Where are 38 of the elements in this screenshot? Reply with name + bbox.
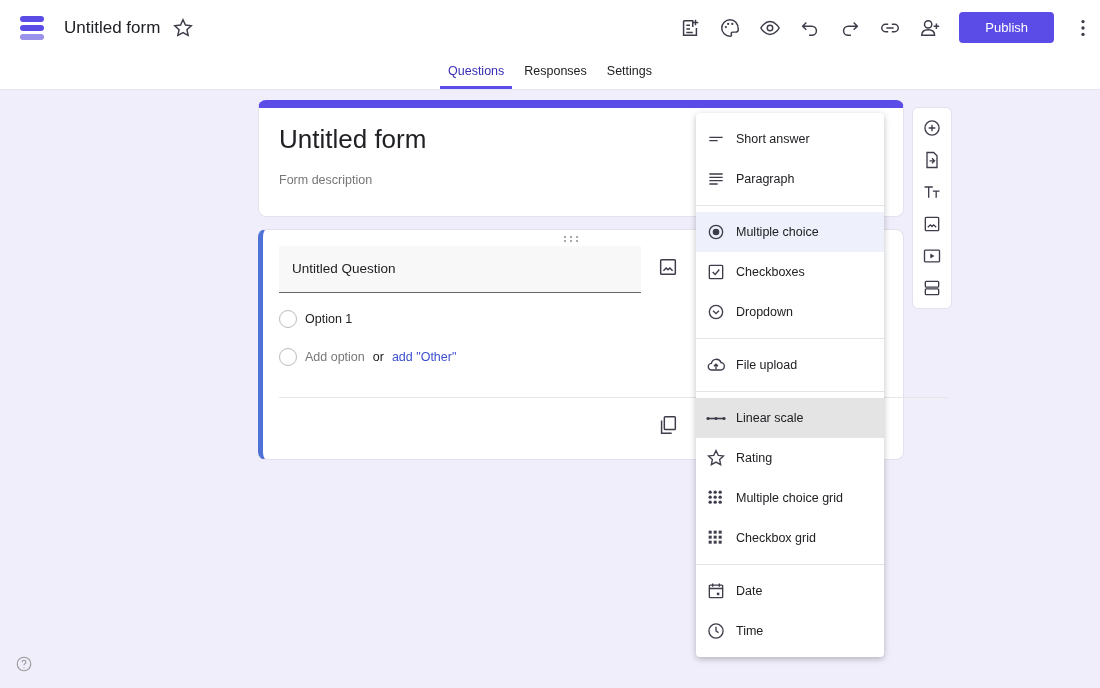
menu-item[interactable]: Dropdown [696,292,884,332]
add-other-link[interactable]: add "Other" [391,350,457,364]
menu-item[interactable]: Time [696,611,884,651]
menu-item[interactable]: File upload [696,345,884,385]
tab[interactable]: Responses [516,55,595,89]
linear-scale-icon [706,415,726,421]
calendar-icon [706,581,726,601]
radio-icon [706,222,726,242]
image-icon[interactable] [922,214,942,234]
description-field[interactable]: Form description [279,173,373,187]
tab[interactable]: Questions [440,55,513,89]
tab[interactable]: Settings [598,55,660,89]
menu-item[interactable]: Date [696,571,884,611]
star-icon[interactable] [172,16,195,39]
section-icon[interactable] [922,278,942,298]
menu-item[interactable]: Multiple choice grid [696,478,884,518]
add-option-link[interactable]: Add option [305,350,365,364]
or-text: or [372,350,384,364]
palette-icon[interactable] [719,16,742,39]
menu-item[interactable]: Checkbox grid [696,518,884,558]
menu-item[interactable]: Checkboxes [696,252,884,292]
checkbox-icon [706,262,726,282]
option-label[interactable]: Option 1 [305,312,353,326]
form-title[interactable]: Untitled form [64,17,161,38]
menu-item[interactable]: Rating [696,438,884,478]
star-icon [706,448,726,468]
clock-icon [706,621,726,641]
logo-icon [18,13,46,42]
add-icon[interactable] [922,118,942,138]
menu-item[interactable]: Multiple choice [696,212,884,252]
menu-item[interactable]: Short answer [696,119,884,159]
dropdown-icon [706,302,726,322]
menu-item[interactable]: Paragraph [696,159,884,199]
publish-button[interactable]: Publish [959,12,1054,43]
menu-item[interactable]: Linear scale [696,398,884,438]
question-title-field[interactable]: Untitled Question [279,246,641,293]
image-icon[interactable] [657,256,679,278]
form-heading[interactable]: Untitled form [279,124,427,155]
